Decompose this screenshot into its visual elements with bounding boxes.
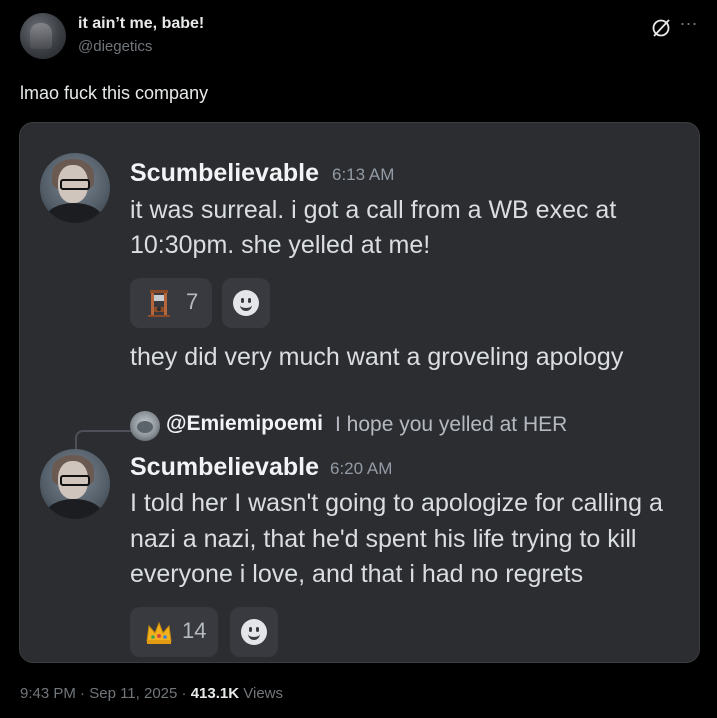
message-time: 6:20 AM [330,459,393,478]
add-reaction-button [222,278,270,328]
user-avatar [40,449,110,519]
author-display-name[interactable]: it ain’t me, babe! [78,15,204,33]
views-count: 413.1K [190,685,240,702]
reply-connector [75,430,137,452]
tweet-text: lmao fuck this company [20,83,209,103]
more-icon[interactable]: ⋯ [678,15,700,39]
reply-text: I hope you yelled at HER [335,413,568,436]
user-avatar [40,153,110,223]
tweet-date[interactable]: Sep 11, 2025 [89,685,177,702]
message-username: Scumbelievable [130,159,319,187]
reaction-count: 14 [182,618,207,643]
message-line: I told her I wasn't going to apologize f… [130,489,663,517]
attached-screenshot[interactable]: Scumbelievable 6:13 AM it was surreal. i… [19,122,700,663]
tweet-meta: 9:43 PM · Sep 11, 2025 · 413.1K Views [20,685,283,702]
message-username: Scumbelievable [130,453,319,481]
author-handle[interactable]: @diegetics [78,38,152,55]
author-avatar[interactable] [20,13,66,59]
message-line: 10:30pm. she yelled at me! [130,231,431,259]
message-line: they did very much want a groveling apol… [130,343,624,371]
reply-avatar [130,411,160,441]
views-label: Views [243,685,283,702]
reaction-crown: 14 [130,607,218,657]
separator: · [181,685,187,702]
message-line: nazi a nazi, that he'd spent his life tr… [130,525,637,553]
add-reaction-icon [241,619,267,645]
add-reaction-button [230,607,278,657]
guillotine-icon [148,290,170,317]
crown-icon [146,621,172,644]
add-reaction-icon [233,290,259,316]
reaction-guillotine: 7 [130,278,212,328]
reply-username: @Emiemipoemi [166,412,324,435]
message-line: it was surreal. i got a call from a WB e… [130,196,617,224]
grok-icon[interactable] [650,17,672,39]
tweet-header: it ain’t me, babe! @diegetics ⋯ [20,13,700,63]
tweet-time[interactable]: 9:43 PM [20,685,76,702]
reaction-count: 7 [186,289,199,314]
message-line: everyone i love, and that i had no regre… [130,560,584,588]
message-time: 6:13 AM [332,165,395,184]
separator: · [80,685,86,702]
